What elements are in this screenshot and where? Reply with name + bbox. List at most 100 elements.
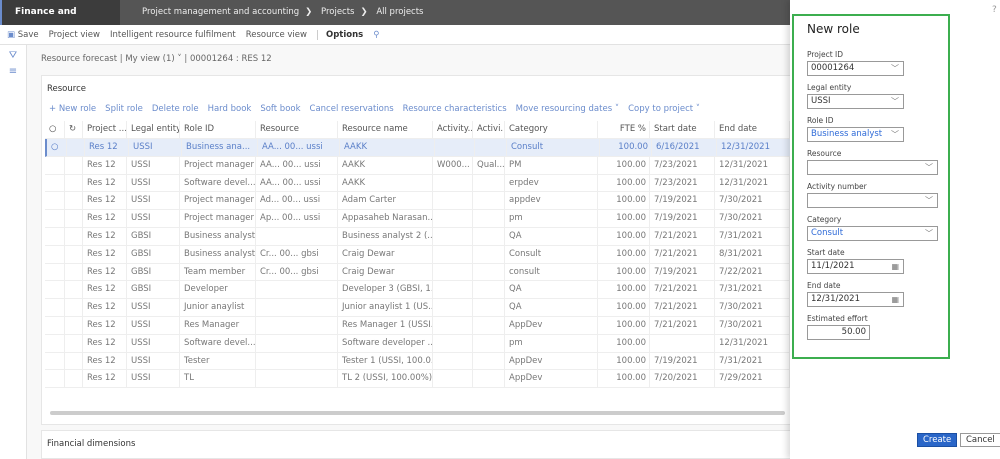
table-cell[interactable]: AA... 00... ussi: [256, 174, 338, 192]
category-select[interactable]: Consult ﹀: [807, 226, 938, 241]
table-cell[interactable]: USSI: [127, 210, 180, 227]
table-cell[interactable]: USSI: [127, 174, 180, 192]
table-cell[interactable]: USSI: [127, 334, 180, 352]
table-cell[interactable]: [473, 281, 505, 299]
column-header[interactable]: Legal entity: [127, 121, 180, 138]
table-cell[interactable]: USSI: [127, 352, 180, 370]
table-cell[interactable]: 7/21/2021: [650, 299, 715, 316]
table-cell[interactable]: USSI: [127, 192, 180, 210]
row-checkbox[interactable]: [45, 352, 65, 370]
table-cell[interactable]: 7/31/2021: [715, 281, 790, 299]
table-cell[interactable]: GBSI: [127, 281, 180, 299]
table-cell[interactable]: [473, 227, 505, 245]
project-view-button[interactable]: Project view: [49, 30, 100, 40]
table-cell[interactable]: [433, 174, 473, 192]
grid-action-button[interactable]: Copy to project ˅: [628, 104, 700, 114]
table-cell[interactable]: [256, 227, 338, 245]
column-header[interactable]: FTE %: [598, 121, 650, 138]
row-checkbox[interactable]: [45, 334, 65, 352]
table-cell[interactable]: W000...: [433, 156, 473, 174]
table-row[interactable]: Res 12 GBSI Developer Developer 3 (GBSI, 1.…: [45, 281, 792, 300]
create-button[interactable]: Create: [917, 433, 958, 447]
table-cell[interactable]: 100.00: [598, 370, 650, 388]
table-cell[interactable]: 7/30/2021: [715, 299, 790, 316]
table-cell[interactable]: Consult: [507, 139, 600, 156]
table-cell[interactable]: [433, 299, 473, 316]
table-cell[interactable]: 7/31/2021: [715, 352, 790, 370]
row-checkbox[interactable]: [45, 316, 65, 334]
table-row[interactable]: Res 12 USSI Junior anaylist Junior anaylist…: [45, 299, 792, 317]
start-date-input[interactable]: 11/1/2021 ▦: [807, 259, 904, 274]
table-cell[interactable]: 7/19/2021: [650, 210, 715, 227]
grid-action-button[interactable]: + New role: [49, 104, 96, 114]
table-cell[interactable]: 7/29/2021: [715, 370, 790, 388]
table-cell[interactable]: Developer: [180, 281, 256, 299]
view-selector[interactable]: My view (1): [125, 54, 174, 64]
table-cell[interactable]: 8/31/2021: [715, 245, 790, 263]
table-row[interactable]: Res 12 USSI Res Manager Res Manager 1 (USSI…: [45, 316, 792, 335]
table-cell[interactable]: Res 12: [85, 139, 129, 156]
table-cell[interactable]: [256, 316, 338, 334]
table-cell[interactable]: Project manager: [180, 210, 256, 227]
options-button[interactable]: Options: [316, 29, 363, 40]
table-cell[interactable]: AAKK: [340, 139, 435, 156]
estimated-effort-input[interactable]: 50.00: [807, 325, 870, 340]
table-cell[interactable]: 12/31/2021: [715, 174, 790, 192]
table-cell[interactable]: Tester 1 (USSI, 100.0...: [338, 352, 433, 370]
table-cell[interactable]: 7/20/2021: [650, 370, 715, 388]
row-checkbox[interactable]: [45, 245, 65, 263]
table-cell[interactable]: Res 12: [83, 227, 127, 245]
table-cell[interactable]: Qual...: [473, 156, 505, 174]
table-cell[interactable]: Software devel...: [180, 174, 256, 192]
table-row[interactable]: Res 12 USSI Tester Tester 1 (USSI, 100.0...…: [45, 352, 792, 371]
table-cell[interactable]: Project manager: [180, 192, 256, 210]
table-cell[interactable]: 7/21/2021: [650, 227, 715, 245]
table-cell[interactable]: 100.00: [598, 352, 650, 370]
table-cell[interactable]: 100.00: [600, 139, 652, 156]
grid-action-button[interactable]: Delete role: [152, 104, 199, 114]
table-cell[interactable]: [433, 192, 473, 210]
table-cell[interactable]: USSI: [129, 139, 182, 156]
table-cell[interactable]: 12/31/2021: [715, 334, 790, 352]
table-cell[interactable]: pm: [505, 210, 598, 227]
table-cell[interactable]: Craig Dewar: [338, 245, 433, 263]
table-cell[interactable]: [473, 370, 505, 388]
table-cell[interactable]: Res Manager 1 (USSI...: [338, 316, 433, 334]
table-cell[interactable]: Ad... 00... ussi: [256, 192, 338, 210]
table-row[interactable]: Res 12 USSI Software devel... Software deve…: [45, 334, 792, 353]
table-cell[interactable]: QA: [505, 299, 598, 316]
select-all-checkbox[interactable]: ○: [45, 121, 65, 138]
table-cell[interactable]: [433, 352, 473, 370]
table-cell[interactable]: 100.00: [598, 192, 650, 210]
table-row[interactable]: Res 12 GBSI Business analyst Business analy…: [45, 227, 792, 246]
table-cell[interactable]: Res 12: [83, 192, 127, 210]
table-cell[interactable]: Res 12: [83, 299, 127, 316]
table-cell[interactable]: Res 12: [83, 263, 127, 281]
table-cell[interactable]: 100.00: [598, 299, 650, 316]
table-cell[interactable]: [433, 334, 473, 352]
table-cell[interactable]: [473, 334, 505, 352]
table-cell[interactable]: 100.00: [598, 334, 650, 352]
table-cell[interactable]: 100.00: [598, 174, 650, 192]
table-cell[interactable]: AppDev: [505, 352, 598, 370]
table-cell[interactable]: 7/21/2021: [650, 316, 715, 334]
table-row[interactable]: Res 12 USSI Software devel... AA... 00... u…: [45, 174, 792, 193]
table-cell[interactable]: [433, 227, 473, 245]
role-id-select[interactable]: Business analyst ﹀: [807, 127, 904, 142]
table-cell[interactable]: Res 12: [83, 352, 127, 370]
table-cell[interactable]: [433, 281, 473, 299]
horizontal-scrollbar[interactable]: [50, 411, 785, 415]
search-icon[interactable]: ⚲: [373, 30, 379, 40]
table-cell[interactable]: [256, 334, 338, 352]
table-cell[interactable]: Res 12: [83, 334, 127, 352]
table-cell[interactable]: 7/23/2021: [650, 174, 715, 192]
table-cell[interactable]: [433, 245, 473, 263]
table-cell[interactable]: erpdev: [505, 174, 598, 192]
table-cell[interactable]: Cr... 00... gbsi: [256, 245, 338, 263]
table-cell[interactable]: [473, 299, 505, 316]
table-cell[interactable]: Res 12: [83, 210, 127, 227]
table-cell[interactable]: 100.00: [598, 156, 650, 174]
row-checkbox[interactable]: [45, 281, 65, 299]
table-cell[interactable]: [256, 352, 338, 370]
table-cell[interactable]: [650, 334, 715, 352]
